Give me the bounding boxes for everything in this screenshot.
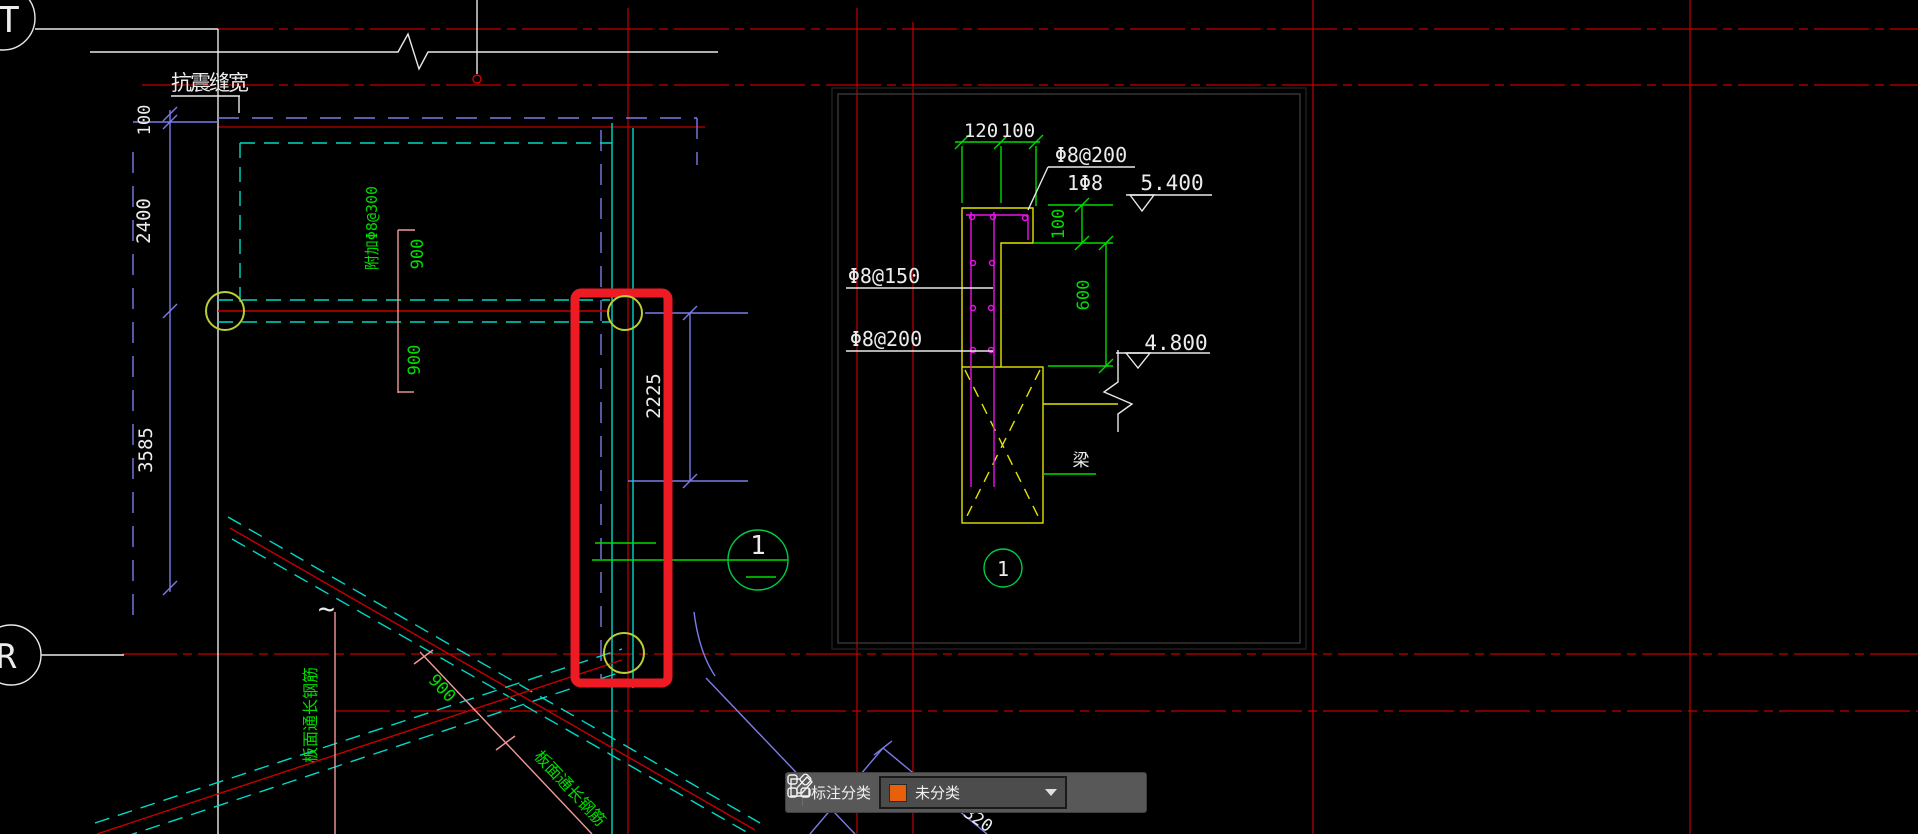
detail-level-lower: 4.800: [1144, 331, 1207, 355]
seismic-joint-label: 抗震缝宽: [171, 71, 249, 95]
category-color-swatch: [889, 783, 908, 802]
rebar-lines: [966, 212, 1029, 487]
grid-bubble-r-label: R: [0, 637, 17, 677]
detail-beam-label: 梁: [1073, 451, 1090, 471]
break-symbol: ~: [318, 592, 335, 625]
dim-900-diag: 900: [424, 671, 460, 707]
detail-bubble: 1: [983, 548, 1023, 588]
grid-bubble-t-label: T: [0, 0, 20, 41]
added-rebar-note: 附加Φ8@300: [363, 186, 381, 270]
dim-bay-lower: 3585: [135, 427, 157, 473]
cad-viewport[interactable]: T R 1 抗震缝宽 100 2400 3585 2225 附加Φ8@300 9…: [0, 0, 1918, 834]
dim-column-strip: 2225: [643, 373, 665, 419]
selection-highlight: [570, 288, 673, 688]
drawing-canvas[interactable]: T R 1 抗震缝宽 100 2400 3585 2225 附加Φ8@300 9…: [0, 0, 1918, 834]
dim-900-upper: 900: [408, 239, 428, 270]
grid-bubble-r: R: [0, 624, 124, 686]
slab-rebar-note-left: 板面通长钢筋: [301, 667, 320, 763]
dropdown-arrow-icon: [1045, 789, 1058, 796]
drawing-texts: 抗震缝宽 100 2400 3585 2225 附加Φ8@300 900 900…: [133, 71, 996, 834]
dim-joint-width: 100: [135, 105, 155, 136]
pink-dims: [334, 229, 593, 834]
section-marker-number: 1: [750, 531, 766, 561]
detail-hook-rebar: 1Φ8: [1067, 171, 1103, 195]
detail-bubble-number: 1: [997, 557, 1009, 581]
dim-bay-upper: 2400: [133, 198, 155, 244]
grid-bubble-t: T: [0, 0, 218, 51]
detail-dim-120: 120: [964, 120, 998, 142]
cyan-lines: [94, 123, 761, 834]
slab-rebar-note-diag: 板面通长钢筋: [530, 747, 609, 830]
detail-level-upper: 5.400: [1140, 171, 1203, 195]
annotation-toolbar: 标注分类 未分类: [785, 772, 1147, 813]
white-lines: [90, 0, 718, 834]
detail-dim-step: 100: [1049, 209, 1069, 240]
detail-wall-rebar-upper: Φ8@150: [848, 264, 920, 288]
detail-wall-rebar-lower: Φ8@200: [850, 327, 922, 351]
detail-dim-100-top: 100: [1001, 120, 1035, 142]
detail-popup: 120 100 Φ8@200 1Φ8 5.400 Φ8@150 Φ8@200 4…: [831, 87, 1307, 650]
selected-category-label: 未分类: [915, 784, 961, 802]
detail-top-rebar: Φ8@200: [1055, 143, 1127, 167]
dim-900-lower: 900: [405, 345, 425, 376]
category-dropdown[interactable]: 未分类: [879, 776, 1068, 809]
category-label: 标注分类: [811, 784, 872, 802]
detail-dim-600: 600: [1074, 280, 1094, 311]
purple-lines: [132, 106, 988, 834]
